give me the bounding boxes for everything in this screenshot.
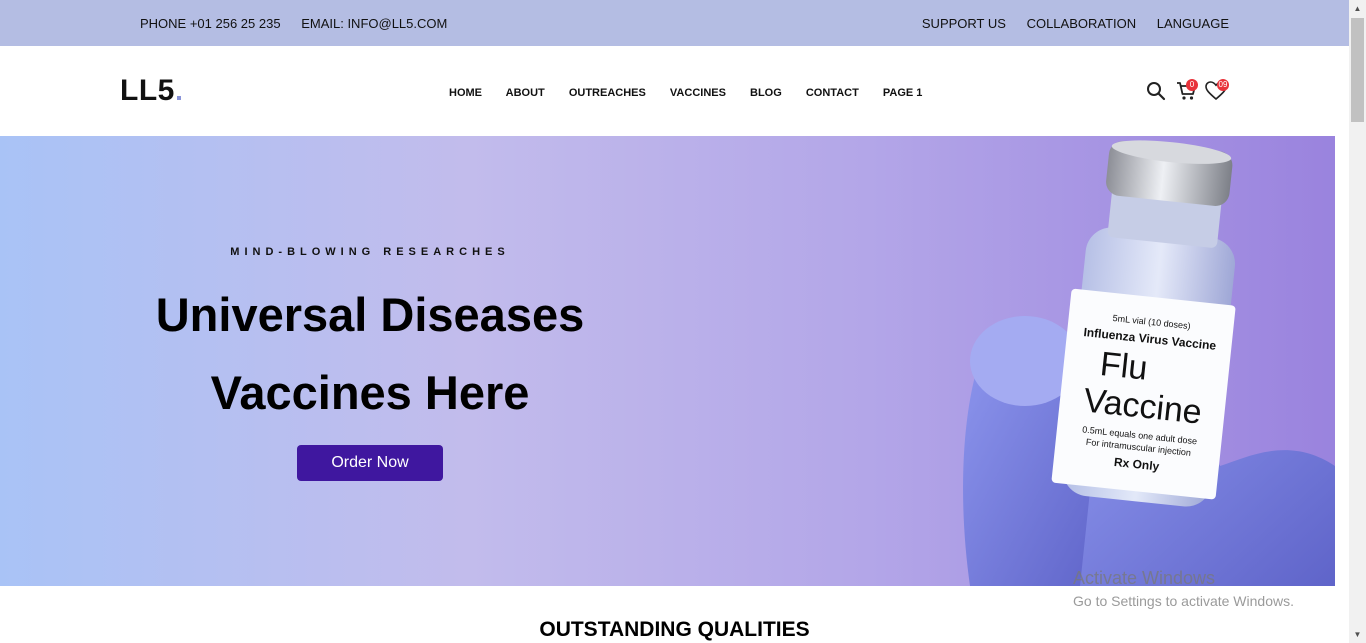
scroll-down-arrow-icon[interactable]: ▼ (1349, 626, 1366, 643)
menu-item-outreaches[interactable]: OUTREACHES (569, 87, 646, 99)
hero-banner: MIND-BLOWING RESEARCHES Universal Diseas… (0, 136, 1335, 586)
wishlist-count-badge: 09 (1217, 79, 1229, 91)
header-icons: 0 09 (1146, 79, 1236, 105)
menu-item-blog[interactable]: BLOG (750, 87, 782, 99)
hero-headline: Universal Diseases Vaccines Here (100, 276, 640, 432)
logo-dot (176, 96, 181, 100)
cart-icon[interactable]: 0 (1176, 79, 1198, 106)
section-title: OUTSTANDING QUALITIES (539, 618, 810, 641)
site-logo[interactable]: LL5 (120, 74, 181, 108)
cart-count-badge: 0 (1186, 79, 1198, 91)
menu-item-vaccines[interactable]: VACCINES (670, 87, 726, 99)
collaboration-link[interactable]: COLLABORATION (1027, 16, 1137, 31)
menu-item-page-1[interactable]: PAGE 1 (883, 87, 923, 99)
contact-info: PHONE +01 256 25 235 EMAIL: INFO@LL5.COM (140, 16, 464, 31)
language-link[interactable]: LANGUAGE (1157, 16, 1229, 31)
menu-item-about[interactable]: ABOUT (506, 87, 545, 99)
hero-eyebrow: MIND-BLOWING RESEARCHES (230, 246, 510, 258)
support-us-link[interactable]: SUPPORT US (922, 16, 1006, 31)
vial-name-line-1: Flu (1098, 345, 1149, 388)
watermark-line-2: Go to Settings to activate Windows. (1073, 593, 1294, 609)
search-icon[interactable] (1146, 81, 1166, 106)
main-navbar: LL5 HOME ABOUT OUTREACHES VACCINES BLOG … (0, 46, 1349, 136)
scrollbar-thumb[interactable] (1351, 18, 1364, 122)
watermark-line-1: Activate Windows (1073, 568, 1216, 588)
top-info-bar: PHONE +01 256 25 235 EMAIL: INFO@LL5.COM… (0, 0, 1349, 46)
email-text: EMAIL: INFO@LL5.COM (301, 16, 448, 31)
logo-text: LL5 (120, 74, 175, 107)
hero-title-line-1: Universal Diseases (155, 288, 585, 341)
menu-item-contact[interactable]: CONTACT (806, 87, 859, 99)
flu-vaccine-vial-image: 5mL vial (10 doses) Influenza Virus Vacc… (963, 140, 1335, 586)
order-now-button[interactable]: Order Now (297, 445, 443, 481)
top-links: SUPPORT US COLLABORATION LANGUAGE (905, 16, 1229, 31)
menu-item-home[interactable]: HOME (449, 87, 482, 99)
hero-title-line-2: Vaccines Here (210, 366, 530, 419)
phone-text: PHONE +01 256 25 235 (140, 16, 281, 31)
main-menu: HOME ABOUT OUTREACHES VACCINES BLOG CONT… (449, 87, 943, 99)
scroll-up-arrow-icon[interactable]: ▲ (1349, 0, 1366, 17)
heart-icon[interactable]: 09 (1205, 79, 1229, 106)
activate-windows-watermark: Activate Windows Go to Settings to activ… (1073, 568, 1294, 609)
vertical-scrollbar[interactable]: ▲ ▼ (1349, 0, 1366, 643)
